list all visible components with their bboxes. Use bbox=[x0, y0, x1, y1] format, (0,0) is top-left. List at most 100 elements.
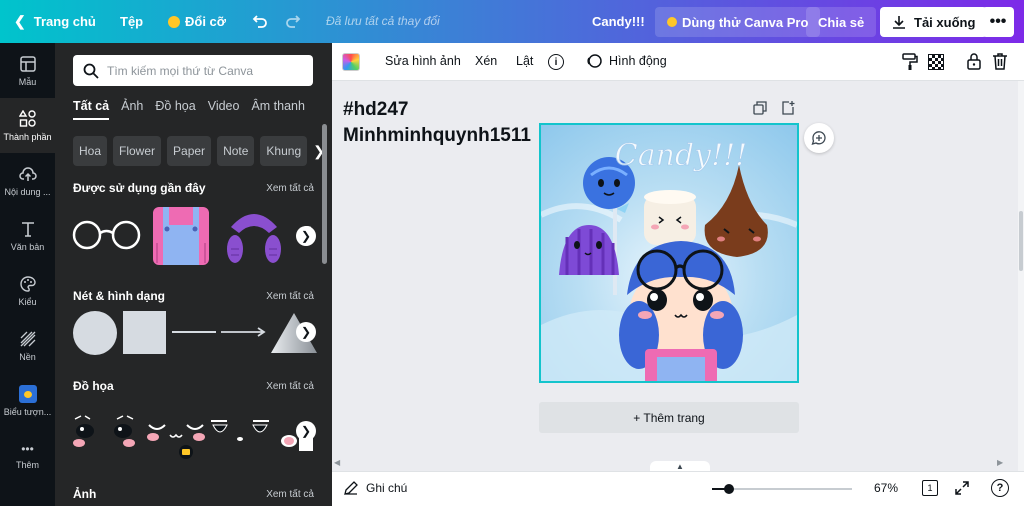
flip-button[interactable]: Lật bbox=[516, 54, 533, 68]
home-label: Trang chủ bbox=[33, 14, 96, 29]
download-icon bbox=[892, 15, 906, 29]
page-count: 1 bbox=[927, 483, 933, 493]
rail-label: Văn bản bbox=[10, 241, 45, 252]
page-heading-line2[interactable]: Minhminhquynh1511 bbox=[343, 125, 531, 147]
see-all-shapes[interactable]: Xem tất cả bbox=[266, 291, 314, 302]
graphic-kawaii-face-2[interactable] bbox=[143, 411, 209, 459]
transparency-icon[interactable] bbox=[928, 54, 944, 70]
shapes-next-button[interactable]: ❯ bbox=[296, 322, 316, 342]
side-rail: Mẫu Thành phần Nội dung ... Văn bản Kiểu… bbox=[0, 43, 55, 506]
notes-label: Ghi chú bbox=[366, 481, 408, 495]
comment-button[interactable] bbox=[804, 123, 834, 153]
crown-icon bbox=[667, 17, 677, 27]
chevron-right-icon: ❯ bbox=[300, 424, 312, 438]
rail-item-background[interactable]: Nền bbox=[0, 318, 55, 373]
see-all-graphics[interactable]: Xem tất cả bbox=[266, 381, 314, 392]
save-status: Đã lưu tất cả thay đổi bbox=[326, 14, 440, 28]
chip[interactable]: Hoa bbox=[73, 136, 108, 166]
paint-format-icon[interactable] bbox=[902, 53, 918, 74]
share-button[interactable]: Chia sẻ bbox=[806, 7, 877, 37]
recent-purple-hair[interactable] bbox=[225, 205, 283, 265]
page-heading-line1[interactable]: #hd247 bbox=[343, 99, 408, 121]
add-page-icon[interactable] bbox=[781, 101, 795, 120]
tab-photos[interactable]: Ảnh bbox=[121, 99, 143, 120]
graphics-next-button[interactable]: ❯ bbox=[296, 421, 316, 441]
search-icon bbox=[83, 63, 99, 79]
rail-item-styles[interactable]: Kiểu bbox=[0, 263, 55, 318]
scroll-left-arrow[interactable]: ◀ bbox=[334, 458, 340, 467]
see-all-recent[interactable]: Xem tất cả bbox=[266, 183, 314, 194]
edit-image-button[interactable]: Sửa hình ảnh bbox=[385, 54, 461, 68]
undo-icon[interactable] bbox=[249, 11, 269, 31]
trash-icon[interactable] bbox=[992, 52, 1008, 73]
rail-label: Kiểu bbox=[18, 296, 37, 307]
recent-next-button[interactable]: ❯ bbox=[296, 226, 316, 246]
shape-line[interactable] bbox=[172, 331, 216, 333]
rail-item-uploads[interactable]: Nội dung ... bbox=[0, 153, 55, 208]
recent-glasses[interactable] bbox=[71, 213, 143, 257]
search-input[interactable] bbox=[107, 63, 307, 78]
elements-panel: Tất cả Ảnh Đồ họa Video Âm thanh Hoa Flo… bbox=[55, 43, 332, 506]
graphic-kawaii-face-1[interactable] bbox=[71, 411, 137, 451]
design-artwork: Candy!!! bbox=[541, 138, 797, 381]
add-page-button[interactable]: + Thêm trang bbox=[539, 402, 799, 433]
shape-arrow-line[interactable] bbox=[221, 324, 267, 340]
rail-item-templates[interactable]: Mẫu bbox=[0, 43, 55, 98]
design-page[interactable]: Candy!!! bbox=[539, 123, 799, 383]
add-comment-icon bbox=[811, 131, 826, 145]
see-all-photos[interactable]: Xem tất cả bbox=[266, 489, 314, 500]
notes-button[interactable]: Ghi chú bbox=[344, 481, 407, 495]
home-link[interactable]: ❮ Trang chủ bbox=[14, 0, 96, 43]
shape-square[interactable] bbox=[123, 311, 166, 354]
recent-overalls[interactable] bbox=[151, 203, 211, 265]
crop-button[interactable]: Xén bbox=[475, 54, 497, 68]
chip[interactable]: Flower bbox=[113, 136, 162, 166]
section-title-shapes: Nét & hình dạng bbox=[73, 289, 165, 303]
notes-icon bbox=[344, 481, 358, 495]
chip[interactable]: Paper bbox=[167, 136, 212, 166]
graphic-kawaii-face-3[interactable] bbox=[207, 411, 273, 451]
zoom-slider[interactable] bbox=[712, 484, 852, 494]
rail-label: Mẫu bbox=[18, 76, 37, 87]
duplicate-page-icon[interactable] bbox=[753, 101, 767, 120]
chevron-right-icon: ❯ bbox=[300, 229, 312, 243]
try-pro-button[interactable]: Dùng thử Canva Pro bbox=[655, 7, 821, 37]
animate-label: Hình động bbox=[609, 54, 667, 68]
tab-audio[interactable]: Âm thanh bbox=[251, 99, 305, 120]
page-count-button[interactable]: 1 bbox=[922, 480, 938, 496]
search-box[interactable] bbox=[73, 55, 313, 86]
show-pages-toggle[interactable]: ▲ bbox=[650, 461, 710, 471]
canvas-vertical-scrollbar[interactable] bbox=[1018, 81, 1024, 471]
zoom-slider-thumb[interactable] bbox=[723, 484, 734, 494]
download-button[interactable]: Tải xuống bbox=[880, 7, 988, 37]
shape-circle[interactable] bbox=[73, 311, 117, 355]
redo-icon[interactable] bbox=[284, 11, 304, 31]
resize-button[interactable]: Đổi cỡ bbox=[168, 0, 226, 43]
tab-videos[interactable]: Video bbox=[208, 99, 240, 120]
rail-item-text[interactable]: Văn bản bbox=[0, 208, 55, 263]
rail-item-more[interactable]: ••• Thêm bbox=[0, 428, 55, 483]
design-name[interactable]: Candy!!! bbox=[592, 0, 645, 43]
shapes-icon bbox=[18, 109, 36, 127]
more-options-button[interactable]: ••• bbox=[982, 7, 1014, 37]
panel-tabs: Tất cả Ảnh Đồ họa Video Âm thanh bbox=[73, 99, 305, 120]
tab-all[interactable]: Tất cả bbox=[73, 99, 110, 120]
panel-scrollbar[interactable] bbox=[322, 124, 327, 264]
lock-icon[interactable] bbox=[966, 52, 982, 73]
fullscreen-icon[interactable] bbox=[954, 480, 970, 499]
zoom-level[interactable]: 67% bbox=[874, 481, 898, 495]
rail-item-elements[interactable]: Thành phần bbox=[0, 98, 55, 153]
top-bar: ❮ Trang chủ Tệp Đổi cỡ Đã lưu tất cả tha… bbox=[0, 0, 1024, 43]
animate-button[interactable]: Hình động bbox=[586, 53, 667, 69]
try-pro-label: Dùng thử Canva Pro bbox=[682, 14, 809, 30]
rail-item-logos[interactable]: Biểu tượn... bbox=[0, 373, 55, 428]
file-menu[interactable]: Tệp bbox=[120, 0, 143, 43]
info-icon[interactable]: i bbox=[548, 54, 564, 70]
chip[interactable]: Khung bbox=[260, 136, 308, 166]
tab-graphics[interactable]: Đồ họa bbox=[155, 99, 195, 120]
scroll-right-arrow[interactable]: ▶ bbox=[997, 458, 1003, 467]
cloud-upload-icon bbox=[18, 166, 37, 181]
help-icon[interactable]: ? bbox=[991, 479, 1009, 497]
color-picker-icon[interactable] bbox=[342, 53, 360, 71]
chip[interactable]: Note bbox=[217, 136, 255, 166]
